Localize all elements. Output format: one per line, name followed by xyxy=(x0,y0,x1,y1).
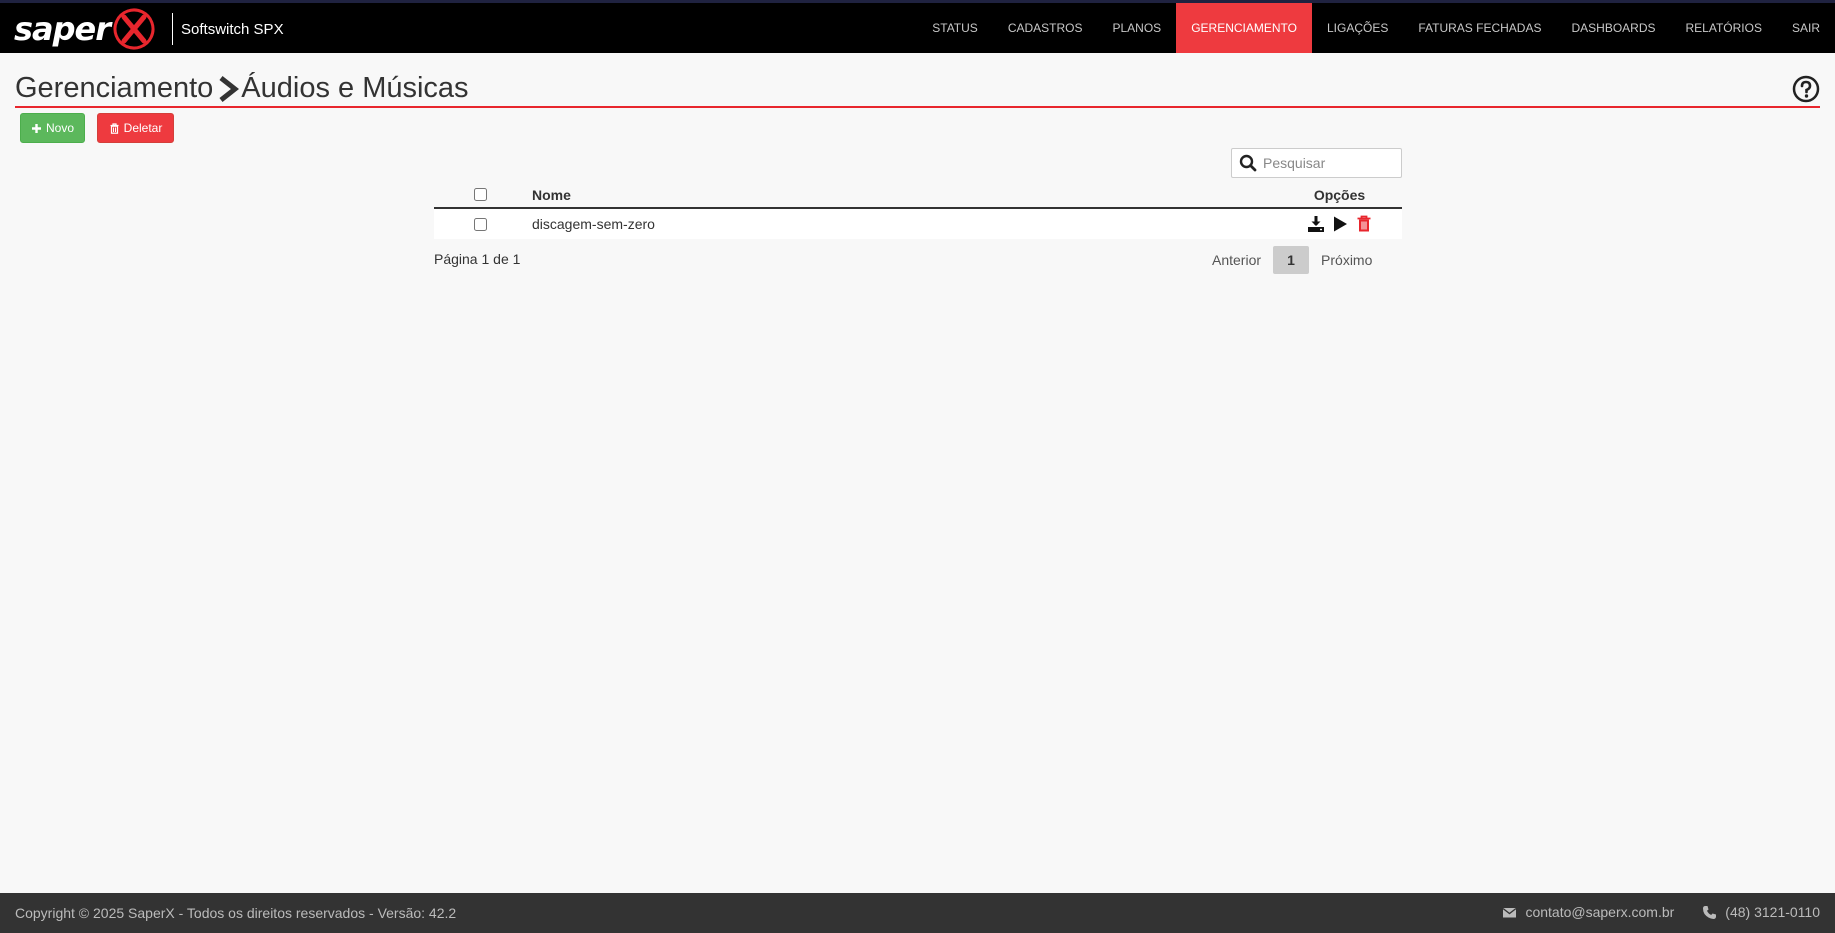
column-header-options: Opções xyxy=(1313,186,1366,203)
delete-button-label: Deletar xyxy=(123,121,163,135)
nav-item-cadastros[interactable]: CADASTROS xyxy=(993,3,1098,53)
brand-subtitle: Softswitch SPX xyxy=(181,20,284,38)
nav-item-gerenciamento[interactable]: GERENCIAMENTO xyxy=(1176,3,1312,53)
trash-icon xyxy=(110,122,119,134)
row-name: discagem-sem-zero xyxy=(532,216,655,232)
phone-icon xyxy=(1703,905,1717,919)
footer-email[interactable]: contato@saperx.com.br xyxy=(1525,904,1674,920)
pagination-next[interactable]: Próximo xyxy=(1309,246,1384,274)
envelope-icon xyxy=(1503,907,1517,917)
nav-item-planos[interactable]: PLANOS xyxy=(1098,3,1177,53)
column-header-name[interactable]: Nome xyxy=(526,187,1277,203)
new-button[interactable]: Novo xyxy=(20,113,85,143)
footer-contacts: contato@saperx.com.br (48) 3121-0110 xyxy=(1502,904,1820,920)
breadcrumb-section: Gerenciamento xyxy=(15,72,214,104)
new-button-label: Novo xyxy=(45,121,74,135)
plus-icon xyxy=(31,123,41,133)
search-icon xyxy=(1239,154,1257,172)
main-nav: STATUS CADASTROS PLANOS GERENCIAMENTO LI… xyxy=(917,3,1835,53)
page-header: Gerenciamento Áudios e Músicas xyxy=(15,72,1820,108)
question-circle-icon[interactable] xyxy=(1792,75,1820,103)
trash-icon[interactable] xyxy=(1355,215,1373,233)
search-input[interactable] xyxy=(1263,155,1393,171)
pagination-prev[interactable]: Anterior xyxy=(1200,246,1273,274)
nav-item-relatorios[interactable]: RELATÓRIOS xyxy=(1671,3,1777,53)
select-all-cell xyxy=(434,188,526,201)
nav-item-faturas-fechadas[interactable]: FATURAS FECHADAS xyxy=(1403,3,1556,53)
footer-phone[interactable]: (48) 3121-0110 xyxy=(1725,904,1820,920)
row-options xyxy=(1277,215,1402,233)
download-icon[interactable] xyxy=(1307,215,1325,233)
pagination-current-page[interactable]: 1 xyxy=(1273,246,1310,274)
brand[interactable]: saper Softswitch SPX xyxy=(14,7,284,51)
brand-divider xyxy=(172,13,174,45)
table-header: Nome Opções xyxy=(434,182,1402,209)
logo-x-icon xyxy=(112,7,156,51)
pagination: Anterior 1 Próximo xyxy=(1200,246,1384,274)
logo-wordmark: saper xyxy=(14,10,111,48)
pagination-info: Página 1 de 1 xyxy=(434,251,521,267)
nav-item-status[interactable]: STATUS xyxy=(917,3,993,53)
nav-item-ligacoes[interactable]: LIGAÇÕES xyxy=(1312,3,1403,53)
audio-table: Nome Opções discagem-sem-zero xyxy=(434,182,1402,239)
top-navbar: saper Softswitch SPX STATUS CADASTROS PL… xyxy=(0,0,1835,53)
play-icon[interactable] xyxy=(1331,215,1349,233)
chevron-right-icon xyxy=(219,75,240,102)
row-checkbox[interactable] xyxy=(473,217,487,231)
copyright-text: Copyright © 2025 SaperX - Todos os direi… xyxy=(15,905,457,921)
breadcrumb-page: Áudios e Músicas xyxy=(241,72,469,104)
table-row: discagem-sem-zero xyxy=(434,209,1402,239)
row-select-cell xyxy=(434,217,526,231)
select-all-checkbox[interactable] xyxy=(473,188,487,201)
search-box xyxy=(1231,148,1402,178)
page-title: Gerenciamento Áudios e Músicas xyxy=(15,72,1820,105)
nav-item-sair[interactable]: SAIR xyxy=(1777,3,1835,53)
footer: Copyright © 2025 SaperX - Todos os direi… xyxy=(0,893,1835,933)
delete-button[interactable]: Deletar xyxy=(97,113,174,143)
nav-item-dashboards[interactable]: DASHBOARDS xyxy=(1556,3,1670,53)
